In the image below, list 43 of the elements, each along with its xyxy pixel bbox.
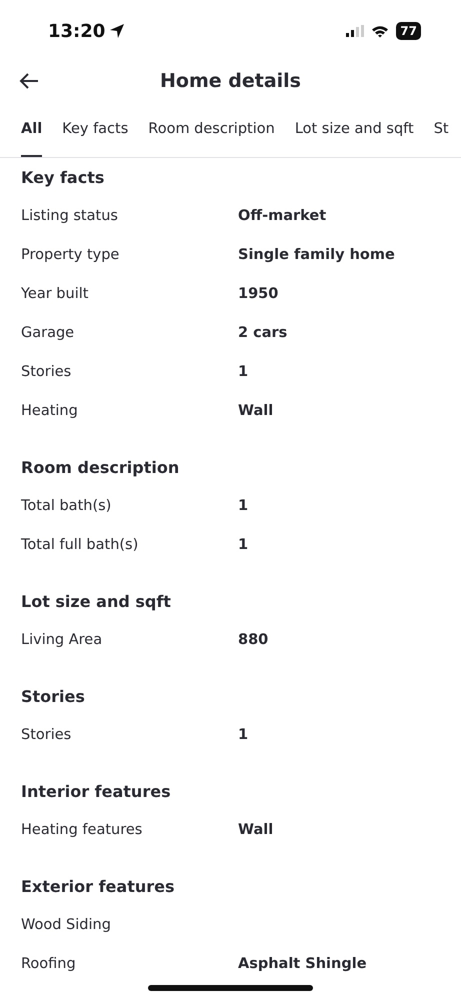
section-title: Exterior features [21,876,176,898]
section-title: Interior features [21,780,172,802]
fact-value: 1950 [238,286,278,302]
tab[interactable]: St [434,100,449,157]
fact-label: Property type [21,246,120,262]
fact-label: Wood Siding [21,916,112,932]
fact-label: Total bath(s) [21,498,112,514]
section-title: Key facts [21,166,106,188]
fact-value: Wall [238,402,274,418]
section-title: Lot size and sqft [21,590,172,612]
section-title: Room description [21,456,180,478]
fact-value: Single family home [238,246,395,262]
fact-label: Roofing [21,956,77,972]
fact-value: Wall [238,822,274,838]
status-time: 13:20 [48,20,106,42]
tab[interactable]: All [21,100,42,157]
fact-label: Heating [21,402,79,418]
page-title: Home details [160,70,301,92]
fact-value: 1 [238,364,248,380]
battery-level: 77 [396,22,421,40]
fact-value: 1 [238,536,248,552]
location-icon [109,23,126,39]
tab[interactable]: Key facts [62,100,128,157]
section-title: Stories [21,686,86,708]
signal-icon [346,25,364,37]
fact-value: 1 [238,498,248,514]
fact-value: 1 [238,726,248,742]
fact-label: Heating features [21,822,144,838]
fact-label: Year built [21,286,90,302]
fact-label: Living Area [21,632,104,648]
fact-value: 2 cars [238,324,288,340]
fact-label: Total full bath(s) [21,536,140,552]
fact-label: Stories [21,364,72,380]
fact-value: 880 [238,632,268,648]
fact-value: Asphalt Shingle [238,956,367,972]
wifi-icon [371,24,390,38]
tab[interactable]: Lot size and sqft [294,100,414,157]
fact-label: Stories [21,726,72,742]
fact-label: Garage [21,324,76,340]
tab[interactable]: Room description [148,100,275,157]
fact-label: Listing status [21,208,119,224]
back-button[interactable] [18,71,40,91]
fact-value: Off-market [238,208,326,224]
